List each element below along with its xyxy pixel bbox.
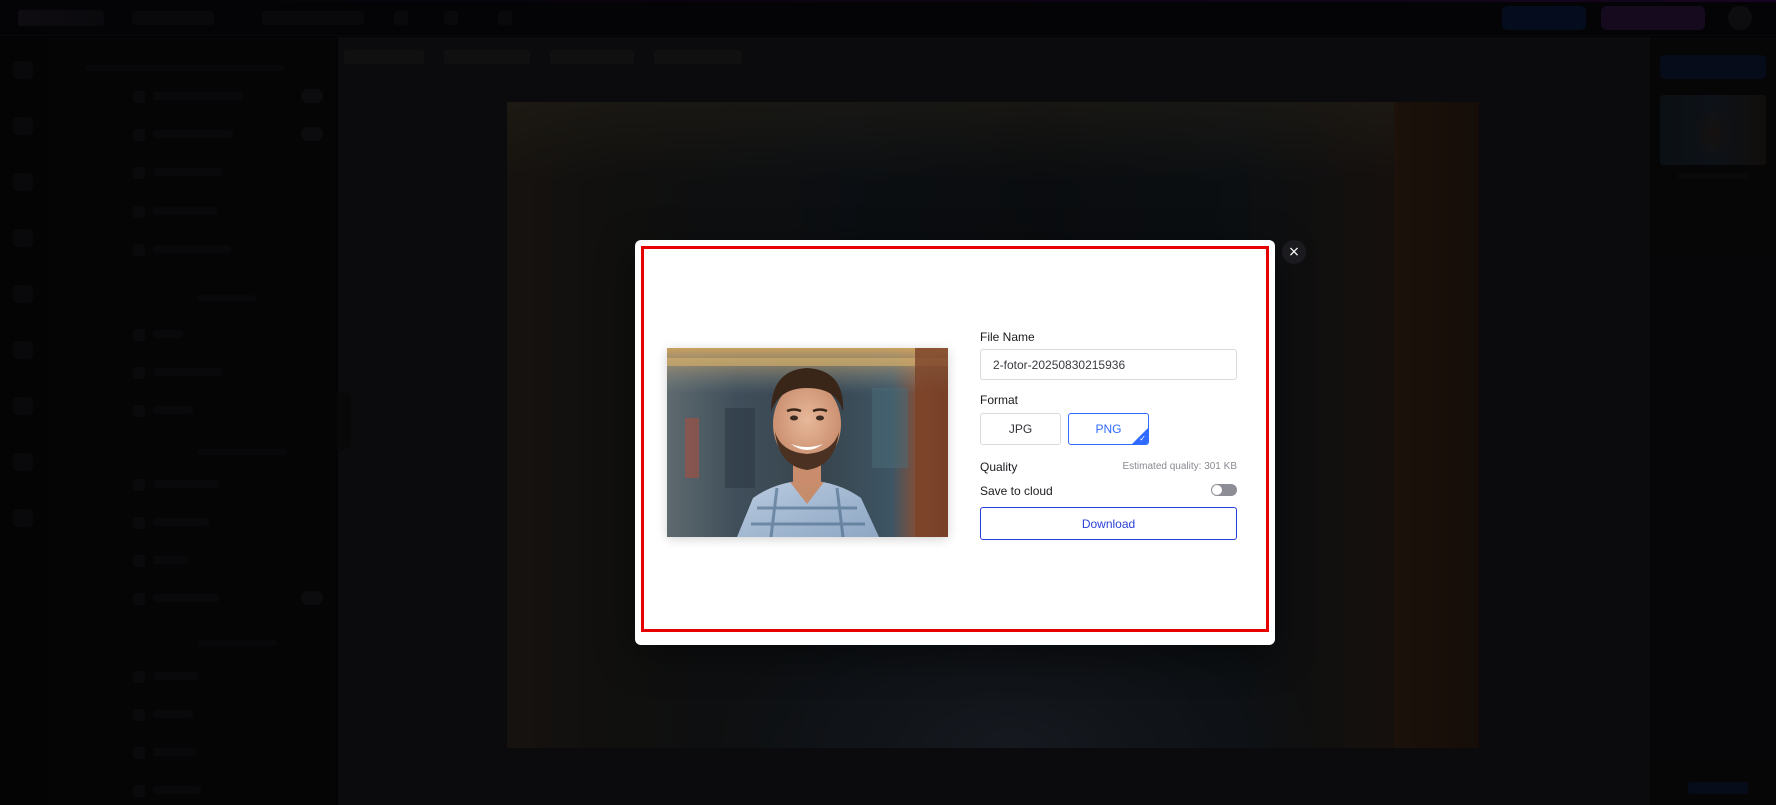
estimated-quality-text: Estimated quality: 301 KB <box>1122 461 1237 472</box>
format-option-jpg[interactable]: JPG <box>980 413 1061 445</box>
toggle-knob <box>1212 485 1222 495</box>
format-label: Format <box>980 393 1019 407</box>
save-to-cloud-label: Save to cloud <box>980 484 1053 498</box>
quality-label: Quality <box>980 460 1018 474</box>
download-dialog: File Name Format JPG PNG ✓ Quality Estim… <box>635 240 1275 645</box>
format-option-png[interactable]: PNG ✓ <box>1068 413 1149 445</box>
checkmark-icon: ✓ <box>1139 434 1146 443</box>
save-to-cloud-toggle[interactable] <box>1211 484 1237 496</box>
close-icon[interactable]: × <box>1282 240 1306 264</box>
image-preview <box>667 348 948 537</box>
file-name-input[interactable] <box>980 349 1237 380</box>
preview-photo <box>667 348 948 537</box>
format-option-label: PNG <box>1095 422 1122 436</box>
file-name-label: File Name <box>980 330 1035 344</box>
download-button[interactable]: Download <box>980 507 1237 540</box>
format-option-label: JPG <box>1008 422 1033 436</box>
